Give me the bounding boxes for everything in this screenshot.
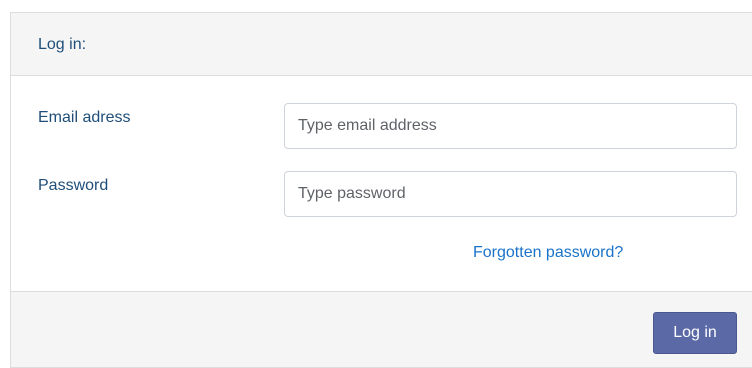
password-input[interactable] <box>284 171 737 217</box>
forgot-password-link[interactable]: Forgotten password? <box>473 244 623 262</box>
panel-footer: Log in <box>11 291 752 367</box>
password-label: Password <box>38 177 109 194</box>
login-panel: Log in: Email adress Password Forgotten … <box>10 12 752 368</box>
email-label: Email adress <box>38 109 131 126</box>
email-input[interactable] <box>284 103 737 149</box>
login-button[interactable]: Log in <box>653 312 737 354</box>
panel-header: Log in: <box>11 13 752 76</box>
panel-title: Log in: <box>38 36 87 53</box>
